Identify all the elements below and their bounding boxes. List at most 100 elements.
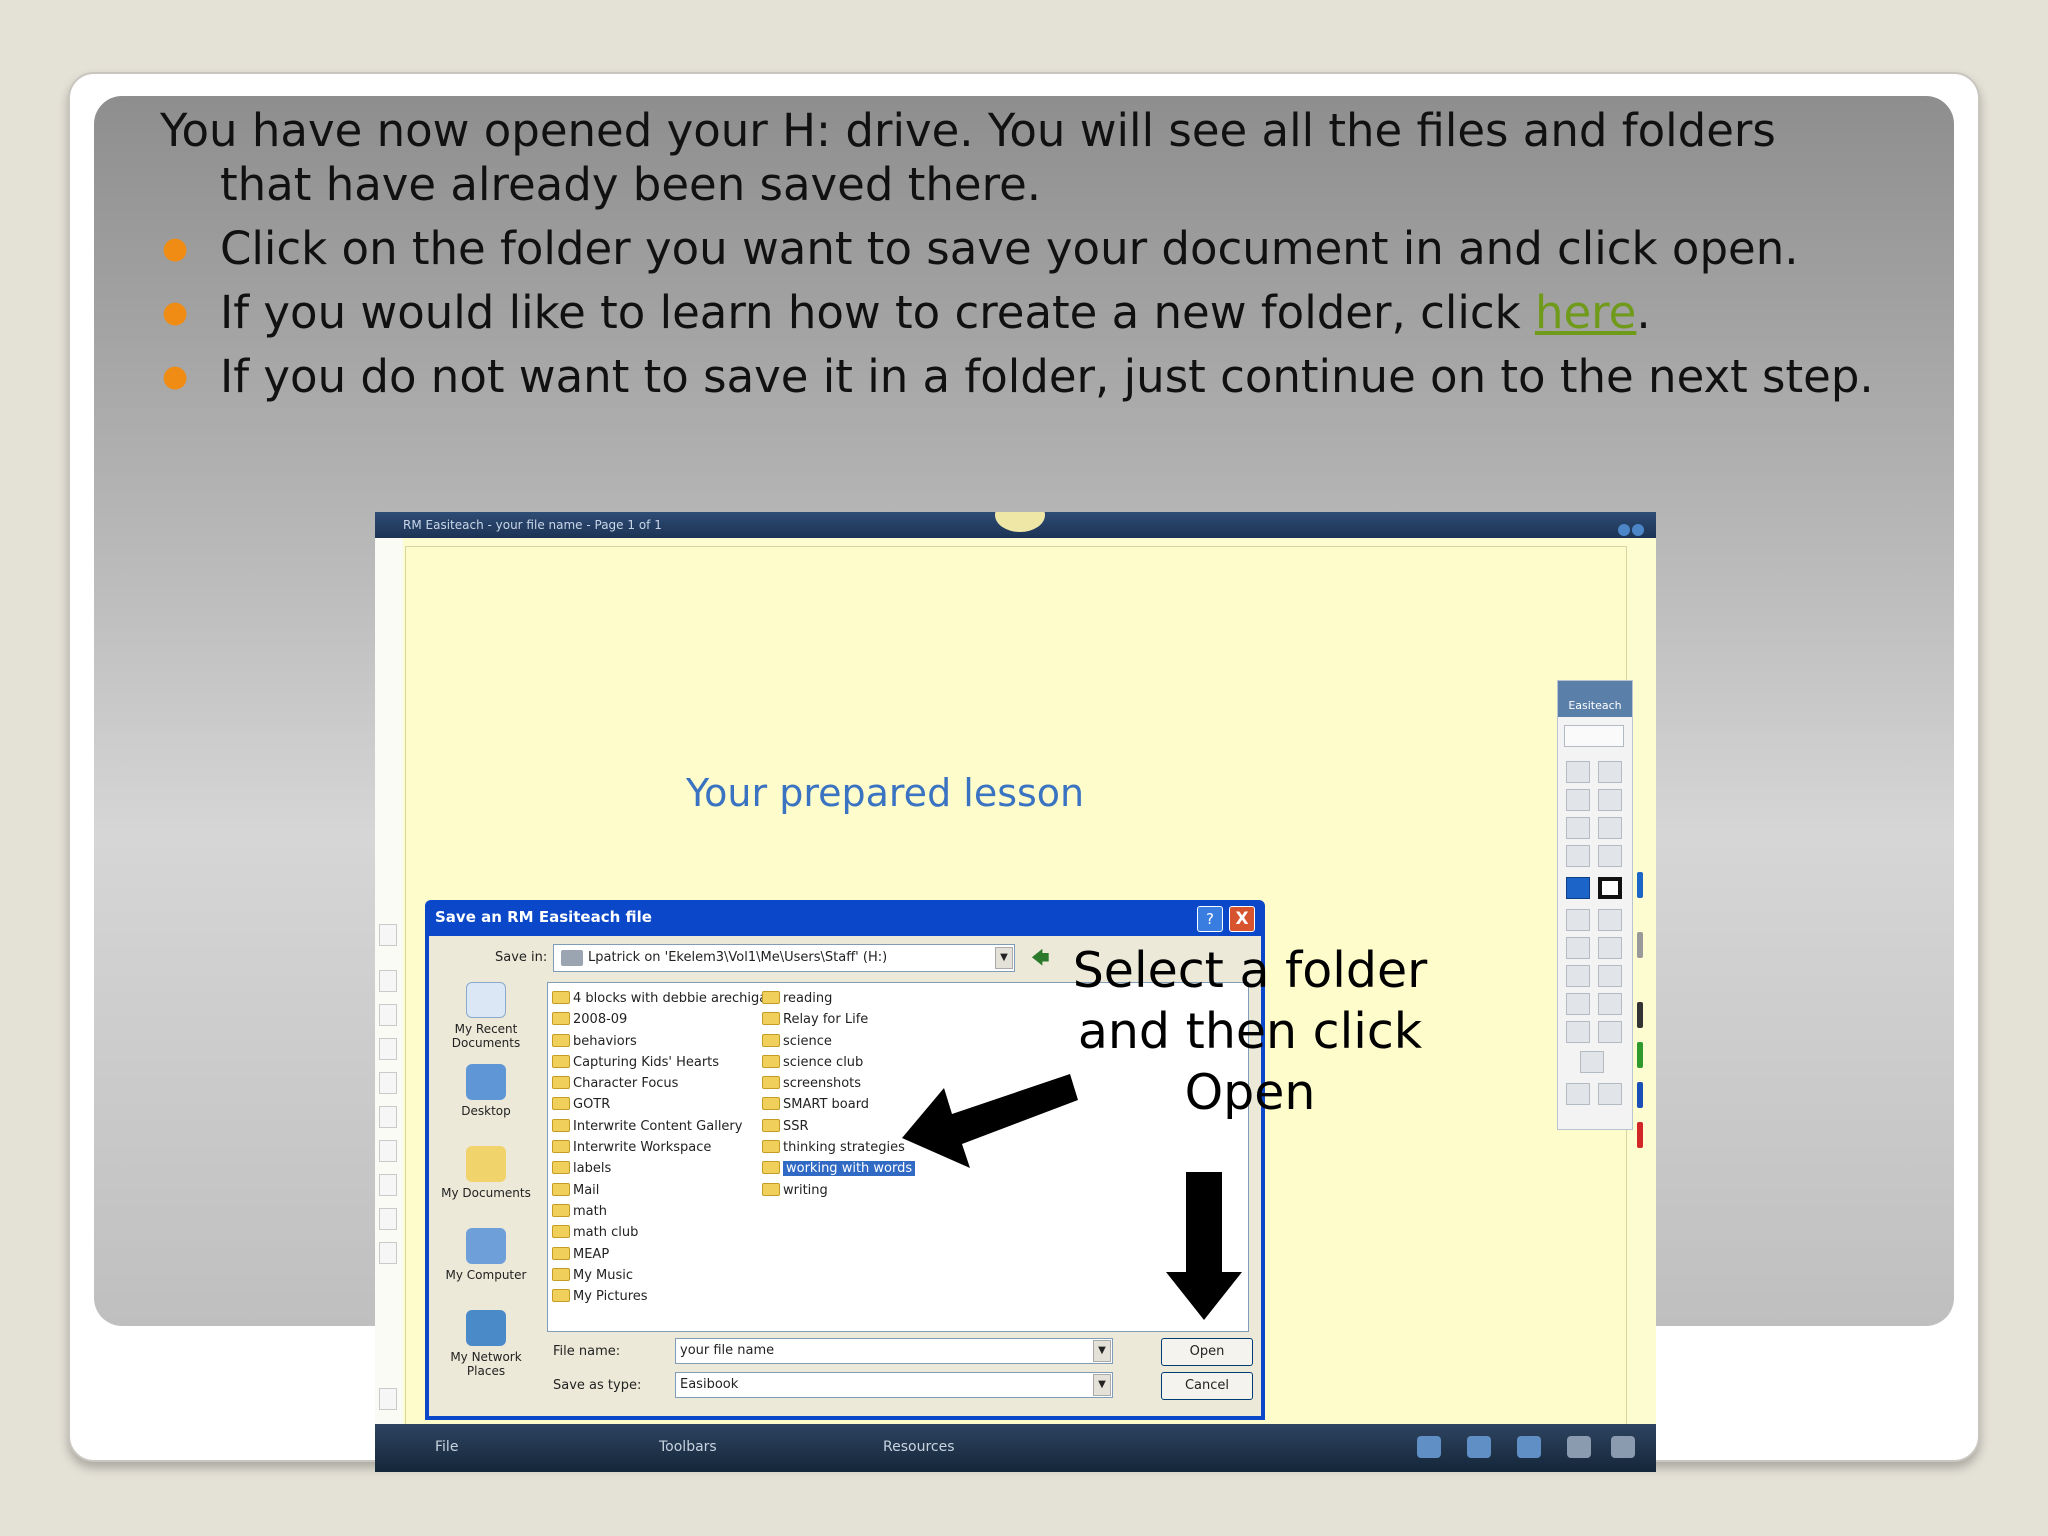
folder-item[interactable]: science club xyxy=(762,1053,915,1074)
folder-item[interactable]: My Music xyxy=(552,1266,767,1287)
folder-icon xyxy=(552,1182,570,1196)
tools-icon[interactable] xyxy=(1467,1436,1491,1458)
open-button[interactable]: Open xyxy=(1161,1338,1253,1366)
folder-item[interactable]: writing xyxy=(762,1181,915,1202)
folder-item[interactable]: Interwrite Workspace xyxy=(552,1138,767,1159)
flip-icon[interactable] xyxy=(1566,1021,1590,1043)
rotate-icon[interactable] xyxy=(1598,1021,1622,1043)
folder-item[interactable]: 2008-09 xyxy=(552,1010,767,1031)
folder-item[interactable]: SMART board xyxy=(762,1095,915,1116)
folder-item[interactable]: Interwrite Content Gallery xyxy=(552,1117,767,1138)
curve-tool-icon[interactable] xyxy=(1566,817,1590,839)
highlighter-icon[interactable] xyxy=(1566,789,1590,811)
folder-item[interactable]: reading xyxy=(762,989,915,1010)
shape-tool-icon[interactable] xyxy=(1566,845,1590,867)
pen-green-icon[interactable] xyxy=(1637,1042,1643,1068)
page-thumb-icon[interactable] xyxy=(379,1174,397,1196)
pen-gray-icon[interactable] xyxy=(1637,932,1643,958)
fill-tool-icon[interactable] xyxy=(1598,845,1622,867)
minimize-icon[interactable] xyxy=(1618,524,1630,536)
back-arrow-icon[interactable]: 🡄 xyxy=(1031,946,1050,976)
undo-icon[interactable] xyxy=(1566,909,1590,931)
save-in-select[interactable]: Lpatrick on 'Ekelem3\Vol1\Me\Users\Staff… xyxy=(553,944,1015,972)
pen-navy-icon[interactable] xyxy=(1637,1082,1643,1108)
page-thumb-icon[interactable] xyxy=(379,1038,397,1060)
folder-item[interactable]: science xyxy=(762,1032,915,1053)
lesson-text: Your prepared lesson xyxy=(686,771,1085,815)
place-my-documents[interactable]: My Documents xyxy=(433,1146,539,1200)
home-icon[interactable] xyxy=(379,970,397,992)
line-color-icon[interactable] xyxy=(1598,877,1622,899)
fill-color-icon[interactable] xyxy=(1566,877,1590,899)
here-link[interactable]: here xyxy=(1535,286,1636,339)
folder-item[interactable]: Mail xyxy=(552,1181,767,1202)
align-icon[interactable] xyxy=(1598,993,1622,1015)
chevron-down-icon[interactable]: ▼ xyxy=(1093,1340,1111,1362)
select-tool-icon[interactable] xyxy=(1564,725,1624,747)
folder-icon xyxy=(552,1246,570,1260)
undo-icon[interactable] xyxy=(1567,1436,1591,1458)
place-my-network-places[interactable]: My Network Places xyxy=(433,1310,539,1378)
text-tool-icon[interactable] xyxy=(1566,761,1590,783)
place-desktop[interactable]: Desktop xyxy=(433,1064,539,1118)
folder-item[interactable]: Character Focus xyxy=(552,1074,767,1095)
page-number-icon[interactable] xyxy=(379,1004,397,1026)
pen-black-icon[interactable] xyxy=(1637,1002,1643,1028)
folder-item[interactable]: 4 blocks with debbie arechiga xyxy=(552,989,767,1010)
folder-icon xyxy=(552,1012,570,1026)
chevron-down-icon[interactable]: ▼ xyxy=(995,947,1013,969)
cancel-button[interactable]: Cancel xyxy=(1161,1372,1253,1400)
wrench-icon[interactable] xyxy=(1566,1083,1590,1105)
pen-tool-icon[interactable] xyxy=(1598,761,1622,783)
up-arrow-icon[interactable] xyxy=(379,1208,397,1230)
trash-icon[interactable] xyxy=(1611,1436,1635,1458)
redo-icon[interactable] xyxy=(1598,909,1622,931)
pen-red-icon[interactable] xyxy=(1637,1122,1643,1148)
chevron-down-icon[interactable]: ▼ xyxy=(1093,1374,1111,1396)
close-icon[interactable] xyxy=(1632,524,1644,536)
properties-icon[interactable] xyxy=(1580,1051,1604,1073)
save-icon[interactable] xyxy=(1417,1436,1441,1458)
zoom-in-icon[interactable] xyxy=(1566,937,1590,959)
folder-item[interactable]: behaviors xyxy=(552,1032,767,1053)
folder-item[interactable]: Capturing Kids' Hearts xyxy=(552,1053,767,1074)
folder-item[interactable]: SSR xyxy=(762,1117,915,1138)
bullet-text: If you would like to learn how to create… xyxy=(220,286,1535,339)
eraser-icon[interactable] xyxy=(1598,789,1622,811)
place-my-computer[interactable]: My Computer xyxy=(433,1228,539,1282)
folder-item[interactable]: working with words xyxy=(762,1159,916,1180)
page-thumb-icon[interactable] xyxy=(379,1106,397,1128)
folder-item[interactable]: math club xyxy=(552,1223,767,1244)
close-button[interactable]: X xyxy=(1229,906,1255,932)
page-thumb-icon[interactable] xyxy=(379,1072,397,1094)
help-button[interactable]: ? xyxy=(1197,906,1223,932)
keyboard-icon[interactable] xyxy=(1517,1436,1541,1458)
copy-icon[interactable] xyxy=(1598,965,1622,987)
group-icon[interactable] xyxy=(1566,993,1590,1015)
folder-item[interactable]: Relay for Life xyxy=(762,1010,915,1031)
folder-item[interactable]: thinking strategies xyxy=(762,1138,915,1159)
folder-item[interactable]: My Pictures xyxy=(552,1287,767,1308)
folder-item[interactable]: MEAP xyxy=(552,1245,767,1266)
file-name-input[interactable]: your file name xyxy=(675,1338,1113,1364)
window-controls[interactable] xyxy=(1616,519,1646,536)
folder-item[interactable]: screenshots xyxy=(762,1074,915,1095)
page-thumb-icon[interactable] xyxy=(379,1140,397,1162)
folder-item[interactable]: math xyxy=(552,1202,767,1223)
settings-icon[interactable] xyxy=(1598,1083,1622,1105)
page-icon[interactable] xyxy=(379,924,397,946)
text-edit-icon[interactable] xyxy=(1598,817,1622,839)
page-settings-icon[interactable] xyxy=(379,1388,397,1410)
pen-blue-icon[interactable] xyxy=(1637,872,1643,898)
folder-icon xyxy=(762,1076,780,1090)
folder-item[interactable]: labels xyxy=(552,1159,767,1180)
cut-icon[interactable] xyxy=(1566,965,1590,987)
down-arrow-icon[interactable] xyxy=(379,1242,397,1264)
place-my-recent-documents[interactable]: My Recent Documents xyxy=(433,982,539,1050)
folder-item[interactable]: GOTR xyxy=(552,1095,767,1116)
zoom-out-icon[interactable] xyxy=(1598,937,1622,959)
toolbars-menu[interactable]: Toolbars xyxy=(659,1439,717,1455)
save-type-select[interactable]: Easibook xyxy=(675,1372,1113,1398)
resources-menu[interactable]: Resources xyxy=(883,1439,955,1455)
file-menu[interactable]: File xyxy=(435,1439,458,1455)
